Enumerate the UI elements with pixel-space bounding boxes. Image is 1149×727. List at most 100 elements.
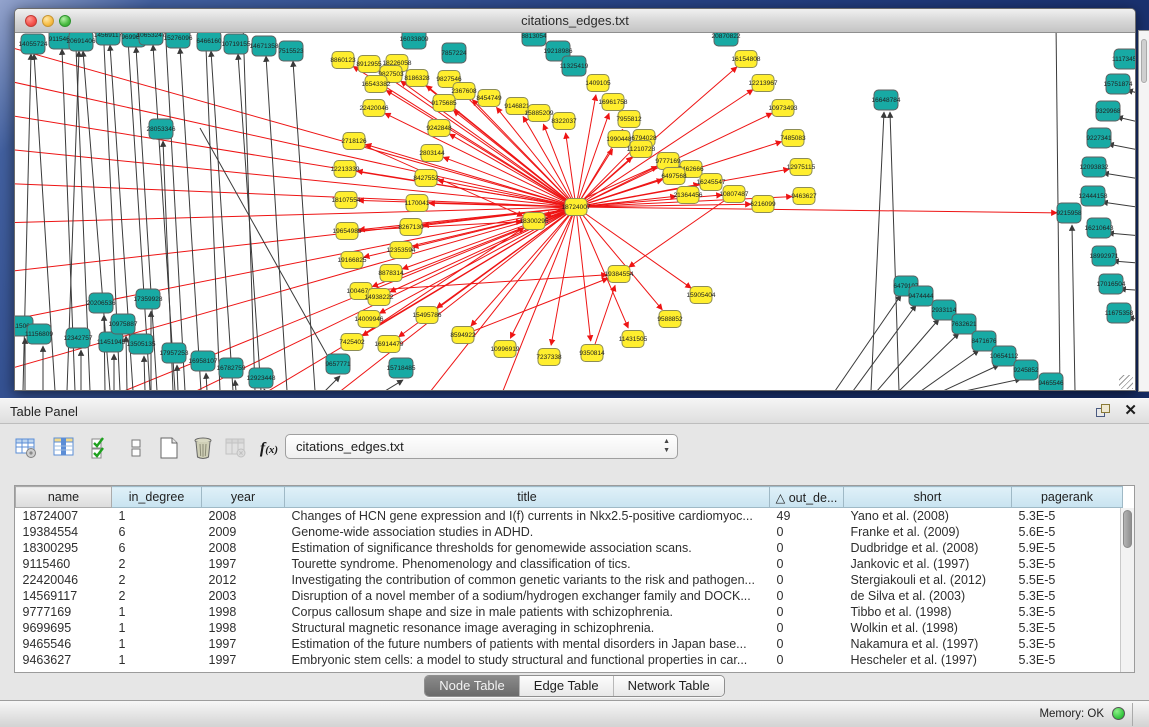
- cell-out_degree[interactable]: 0: [770, 524, 844, 540]
- cell-year[interactable]: 2008: [202, 508, 285, 524]
- select-columns-icon[interactable]: [87, 434, 115, 464]
- graph-edge[interactable]: [1102, 202, 1135, 211]
- cell-title[interactable]: Estimation of the future numbers of pati…: [285, 636, 770, 652]
- cell-out_degree[interactable]: 0: [770, 588, 844, 604]
- cell-year[interactable]: 1998: [202, 620, 285, 636]
- cell-out_degree[interactable]: 0: [770, 652, 844, 668]
- cell-short[interactable]: Stergiakouli et al. (2012): [844, 572, 1012, 588]
- table-row[interactable]: 946554611997Estimation of the future num…: [16, 636, 1123, 652]
- graph-edge[interactable]: [264, 389, 265, 391]
- cell-title[interactable]: Disruption of a novel member of a sodium…: [285, 588, 770, 604]
- cell-pagerank[interactable]: 5.6E-5: [1012, 524, 1123, 540]
- table-row[interactable]: 969969511998Structural magnetic resonanc…: [16, 620, 1123, 636]
- cell-name[interactable]: 9465546: [16, 636, 112, 652]
- table-scrollbar-thumb[interactable]: [1123, 510, 1132, 548]
- cell-name[interactable]: 9777169: [16, 604, 112, 620]
- table-row[interactable]: 911546021997Tourette syndrome. Phenomeno…: [16, 556, 1123, 572]
- graph-edge[interactable]: [235, 380, 236, 391]
- cell-short[interactable]: Yano et al. (2008): [844, 508, 1012, 524]
- graph-edge[interactable]: [1072, 225, 1075, 391]
- cell-year[interactable]: 2008: [202, 540, 285, 556]
- cell-title[interactable]: Estimation of significance thresholds fo…: [285, 540, 770, 556]
- cell-short[interactable]: Franke et al. (2009): [844, 524, 1012, 540]
- cell-short[interactable]: Nakamura et al. (1997): [844, 636, 1012, 652]
- graph-edge[interactable]: [325, 376, 340, 391]
- graph-edge[interactable]: [877, 319, 939, 391]
- cell-short[interactable]: Dudbridge et al. (2008): [844, 540, 1012, 556]
- graph-edge[interactable]: [921, 350, 979, 391]
- cell-name[interactable]: 9699695: [16, 620, 112, 636]
- table-row[interactable]: 1938455462009Genome-wide association stu…: [16, 524, 1123, 540]
- graph-edge[interactable]: [205, 33, 220, 391]
- cell-year[interactable]: 2012: [202, 572, 285, 588]
- graph-edge[interactable]: [1108, 144, 1135, 155]
- graph-edge[interactable]: [1108, 233, 1135, 238]
- memory-ok-indicator[interactable]: [1112, 707, 1125, 720]
- resize-grip-icon[interactable]: [1119, 375, 1133, 389]
- cell-name[interactable]: 14569117: [16, 588, 112, 604]
- table-row[interactable]: 946362711997Embryonic stem cells: a mode…: [16, 652, 1123, 668]
- graph-edge[interactable]: [266, 56, 287, 391]
- column-header-name[interactable]: name: [16, 487, 112, 508]
- cell-short[interactable]: Jankovic et al. (1997): [844, 556, 1012, 572]
- cell-short[interactable]: Tibbo et al. (1998): [844, 604, 1012, 620]
- cell-out_degree[interactable]: 0: [770, 556, 844, 572]
- cell-in_degree[interactable]: 1: [112, 652, 202, 668]
- cell-pagerank[interactable]: 5.5E-5: [1012, 572, 1123, 588]
- table-row[interactable]: 1830029562008Estimation of significance …: [16, 540, 1123, 556]
- cell-short[interactable]: Hescheler et al. (1997): [844, 652, 1012, 668]
- cell-year[interactable]: 2003: [202, 588, 285, 604]
- tab-network-table[interactable]: Network Table: [613, 676, 724, 696]
- citation-network-graph[interactable]: 1872400788601238912955182260589827503165…: [15, 33, 1135, 391]
- cell-in_degree[interactable]: 1: [112, 604, 202, 620]
- graph-edge[interactable]: [835, 295, 901, 391]
- graph-edge[interactable]: [890, 112, 899, 391]
- cell-pagerank[interactable]: 5.3E-5: [1012, 556, 1123, 572]
- graph-edge[interactable]: [871, 112, 884, 391]
- cell-title[interactable]: Investigating the contribution of common…: [285, 572, 770, 588]
- table-row[interactable]: 977716911998Corpus callosum shape and si…: [16, 604, 1123, 620]
- cell-name[interactable]: 22420046: [16, 572, 112, 588]
- cell-title[interactable]: Tourette syndrome. Phenomenology and cla…: [285, 556, 770, 572]
- graph-edge[interactable]: [899, 333, 959, 391]
- graph-edge[interactable]: [15, 207, 576, 223]
- column-header-title[interactable]: title: [285, 487, 770, 508]
- cell-pagerank[interactable]: 5.3E-5: [1012, 636, 1123, 652]
- network-table-selector[interactable]: citations_edges.txt ▲▼: [285, 434, 678, 459]
- graph-edge[interactable]: [144, 356, 145, 391]
- delete-column-icon[interactable]: [189, 434, 217, 464]
- tab-node-table[interactable]: Node Table: [425, 676, 519, 696]
- graph-edge[interactable]: [293, 61, 315, 391]
- cell-pagerank[interactable]: 5.3E-5: [1012, 588, 1123, 604]
- column-header-out_degree[interactable]: △ out_de...: [770, 487, 844, 508]
- graph-edge[interactable]: [385, 380, 403, 391]
- cell-in_degree[interactable]: 2: [112, 556, 202, 572]
- cell-pagerank[interactable]: 5.3E-5: [1012, 652, 1123, 668]
- graph-edge[interactable]: [379, 71, 576, 207]
- network-window-titlebar[interactable]: citations_edges.txt: [15, 9, 1135, 33]
- graph-edge[interactable]: [965, 379, 1021, 391]
- cell-name[interactable]: 18724007: [16, 508, 112, 524]
- column-header-in_degree[interactable]: in_degree: [112, 487, 202, 508]
- cell-title[interactable]: Embryonic stem cells: a model to study s…: [285, 652, 770, 668]
- column-header-short[interactable]: short: [844, 487, 1012, 508]
- table-row[interactable]: 1872400712008Changes of HCN gene express…: [16, 508, 1123, 524]
- cell-title[interactable]: Corpus callosum shape and size in male p…: [285, 604, 770, 620]
- cell-short[interactable]: Wolkin et al. (1998): [844, 620, 1012, 636]
- cell-pagerank[interactable]: 5.3E-5: [1012, 508, 1123, 524]
- graph-edge[interactable]: [200, 128, 331, 362]
- cell-out_degree[interactable]: 0: [770, 604, 844, 620]
- float-panel-icon[interactable]: [1096, 404, 1111, 419]
- cell-title[interactable]: Changes of HCN gene expression and I(f) …: [285, 508, 770, 524]
- cell-name[interactable]: 9463627: [16, 652, 112, 668]
- graph-edge[interactable]: [853, 305, 916, 391]
- cell-year[interactable]: 1997: [202, 652, 285, 668]
- show-column-icon[interactable]: [50, 434, 78, 464]
- cell-in_degree[interactable]: 2: [112, 588, 202, 604]
- cell-year[interactable]: 1998: [202, 604, 285, 620]
- graph-edge[interactable]: [576, 207, 1057, 213]
- table-row[interactable]: 1456911722003Disruption of a novel membe…: [16, 588, 1123, 604]
- cell-out_degree[interactable]: 0: [770, 540, 844, 556]
- cell-year[interactable]: 1997: [202, 556, 285, 572]
- cell-year[interactable]: 2009: [202, 524, 285, 540]
